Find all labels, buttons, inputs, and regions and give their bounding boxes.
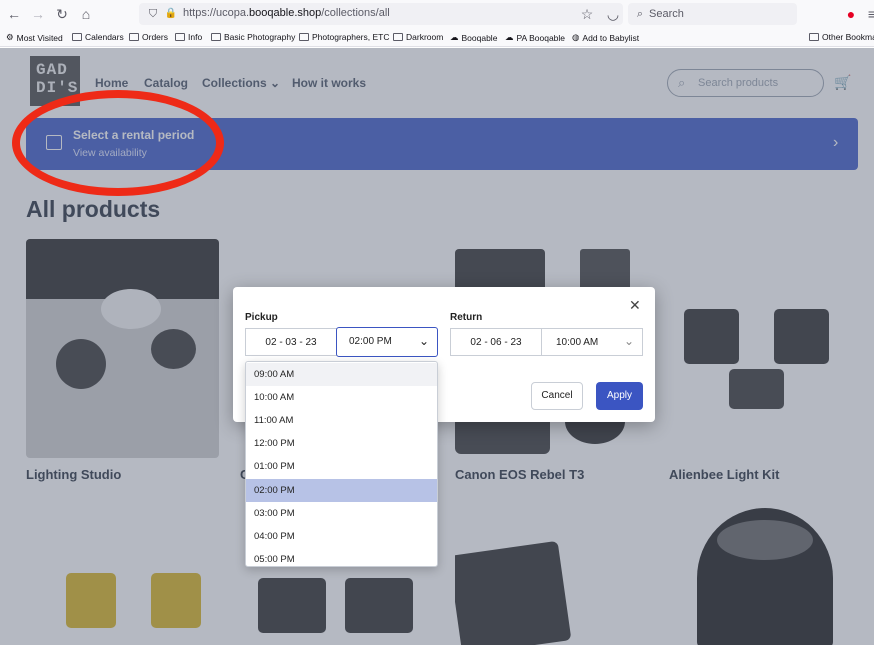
time-option-selected[interactable]: 02:00 PM (246, 479, 437, 502)
bookmarks-bar: ⚙ Most Visited Calendars Orders Info Basi… (0, 29, 874, 47)
pickup-time-select[interactable]: 02:00 PM ⌄ (336, 327, 438, 357)
time-option[interactable]: 04:00 PM (246, 525, 437, 548)
close-icon[interactable]: ✕ (629, 297, 641, 314)
browser-search-placeholder: Search (649, 8, 684, 20)
bookmark-calendars[interactable]: Calendars (72, 32, 124, 42)
url-bar[interactable]: ⛉ 🔒 https://ucopa.booqable.shop/collecti… (139, 3, 623, 25)
time-option[interactable]: 01:00 PM (246, 455, 437, 478)
folder-icon (393, 33, 403, 41)
pinterest-icon[interactable]: ● (843, 6, 859, 22)
browser-toolbar: ← → ↻ ⌂ ⛉ 🔒 https://ucopa.booqable.shop/… (0, 0, 874, 29)
time-option[interactable]: 09:00 AM (246, 363, 437, 386)
pocket-icon[interactable]: ◡ (605, 6, 621, 22)
annotation-circle (12, 90, 224, 196)
pickup-date-value: 02 - 03 - 23 (265, 337, 317, 348)
bookmark-babylist[interactable]: ◍ Add to Babylist (572, 32, 639, 43)
chevron-down-icon: ⌄ (624, 334, 635, 348)
reload-icon[interactable]: ↻ (54, 6, 70, 22)
pickup-date-input[interactable]: 02 - 03 - 23 (245, 328, 337, 356)
bookmark-pa-booqable[interactable]: ☁ PA Booqable (505, 32, 565, 43)
apply-button[interactable]: Apply (596, 382, 643, 410)
time-option[interactable]: 12:00 PM (246, 432, 437, 455)
back-icon[interactable]: ← (6, 6, 22, 22)
bookmark-other[interactable]: Other Bookmar (809, 32, 874, 42)
bookmark-photographers[interactable]: Photographers, ETC (299, 32, 389, 42)
forward-icon[interactable]: → (30, 6, 46, 22)
bookmark-star-icon[interactable]: ☆ (579, 6, 595, 22)
return-date-value: 02 - 06 - 23 (470, 337, 522, 348)
menu-icon[interactable]: ≡ (864, 6, 874, 22)
globe-icon: ◍ (572, 32, 580, 42)
time-option[interactable]: 03:00 PM (246, 502, 437, 525)
return-time-select[interactable]: 10:00 AM ⌄ (541, 328, 643, 356)
return-date-input[interactable]: 02 - 06 - 23 (450, 328, 542, 356)
time-dropdown-list: 09:00 AM 10:00 AM 11:00 AM 12:00 PM 01:0… (245, 361, 438, 567)
gear-icon: ⚙ (6, 32, 14, 42)
pickup-label: Pickup (245, 312, 278, 323)
bookmark-darkroom[interactable]: Darkroom (393, 32, 443, 42)
browser-search-input[interactable]: ⌕ Search (628, 3, 797, 25)
return-label: Return (450, 312, 483, 323)
bookmark-orders[interactable]: Orders (129, 32, 168, 42)
home-icon[interactable]: ⌂ (78, 6, 94, 22)
time-option[interactable]: 05:00 PM (246, 548, 437, 566)
folder-icon (299, 33, 309, 41)
booqable-icon: ☁ (505, 32, 514, 42)
folder-icon (809, 33, 819, 41)
time-option[interactable]: 11:00 AM (246, 409, 437, 432)
folder-icon (211, 33, 221, 41)
chevron-down-icon: ⌄ (419, 334, 430, 348)
bookmark-info[interactable]: Info (175, 32, 202, 42)
folder-icon (129, 33, 139, 41)
shield-icon: ⛉ (148, 8, 158, 20)
folder-icon (72, 33, 82, 41)
url-text: https://ucopa.booqable.shop/collections/… (183, 7, 390, 19)
cancel-button[interactable]: Cancel (531, 382, 583, 410)
booqable-icon: ☁ (450, 32, 459, 42)
bookmark-basic-photography[interactable]: Basic Photography (211, 32, 295, 42)
bookmark-booqable[interactable]: ☁ Booqable (450, 32, 497, 43)
folder-icon (175, 33, 185, 41)
lock-icon: 🔒 (164, 8, 178, 19)
search-icon: ⌕ (636, 8, 644, 20)
bookmark-most-visited[interactable]: ⚙ Most Visited (6, 32, 63, 43)
time-option[interactable]: 10:00 AM (246, 386, 437, 409)
